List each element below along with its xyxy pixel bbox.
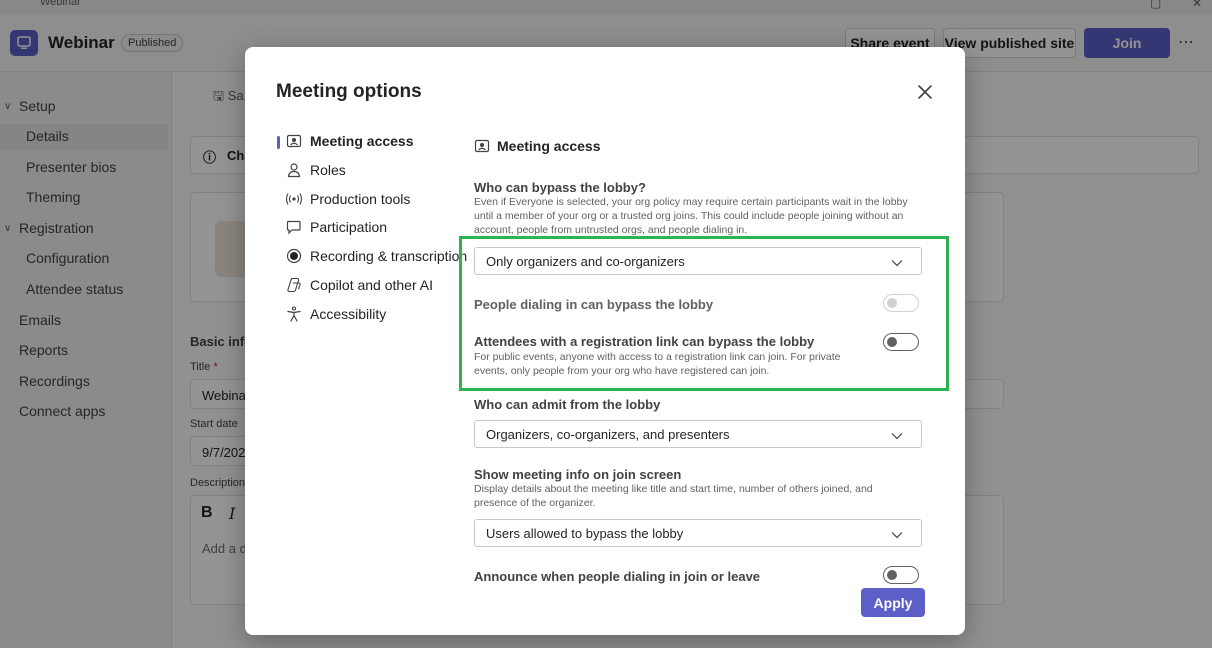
nav-label: Participation xyxy=(310,219,388,235)
nav-accessibility[interactable]: Accessibility xyxy=(285,303,386,325)
nav-roles[interactable]: Roles xyxy=(285,159,346,181)
close-icon[interactable] xyxy=(915,82,935,102)
reglink-bypass-description: For public events, anyone with access to… xyxy=(474,351,841,377)
dropdown-value: Only organizers and co-organizers xyxy=(486,253,685,269)
nav-participation[interactable]: Participation xyxy=(285,216,387,238)
nav-label: Copilot and other AI xyxy=(310,277,433,293)
reglink-bypass-toggle[interactable] xyxy=(883,333,919,351)
dialin-bypass-label: People dialing in can bypass the lobby xyxy=(474,297,714,312)
reglink-bypass-label: Attendees with a registration link can b… xyxy=(474,334,815,349)
accessibility-icon xyxy=(285,305,303,323)
announce-dialin-label: Announce when people dialing in join or … xyxy=(474,569,761,584)
broadcast-icon xyxy=(285,190,303,208)
toggle-knob xyxy=(887,298,897,308)
dialog-content[interactable]: Meeting access Who can bypass the lobby?… xyxy=(474,131,934,585)
meeting-info-description: Display details about the meeting like t… xyxy=(474,483,873,509)
meeting-access-icon xyxy=(474,138,490,154)
announce-dialin-toggle[interactable] xyxy=(883,566,919,584)
nav-copilot[interactable]: Copilot and other AI xyxy=(285,274,433,296)
meeting-info-label: Show meeting info on join screen xyxy=(474,467,682,482)
section-title-label: Meeting access xyxy=(497,138,601,154)
copilot-icon xyxy=(285,276,303,294)
nav-active-indicator xyxy=(277,136,280,149)
bypass-lobby-description: Even if Everyone is selected, your org p… xyxy=(474,196,908,236)
dialin-bypass-toggle[interactable] xyxy=(883,294,919,312)
meeting-info-dropdown[interactable]: Users allowed to bypass the lobby xyxy=(474,519,922,547)
chevron-down-icon xyxy=(891,429,903,440)
chat-icon xyxy=(285,218,303,236)
apply-button[interactable]: Apply xyxy=(861,588,925,617)
section-title: Meeting access xyxy=(474,137,601,155)
meeting-access-icon xyxy=(285,132,303,150)
chevron-down-icon xyxy=(891,528,903,539)
toggle-knob xyxy=(887,337,897,347)
nav-label: Recording & transcription xyxy=(310,248,468,264)
bypass-lobby-label: Who can bypass the lobby? xyxy=(474,180,646,195)
chevron-down-icon xyxy=(891,256,903,267)
nav-production-tools[interactable]: Production tools xyxy=(285,188,410,210)
nav-label: Roles xyxy=(310,162,346,178)
nav-recording-transcription[interactable]: Recording & transcription xyxy=(285,245,467,267)
toggle-knob xyxy=(887,570,897,580)
meeting-options-dialog: Meeting options Meeting access Roles Pro… xyxy=(245,47,965,635)
bypass-lobby-dropdown[interactable]: Only organizers and co-organizers xyxy=(474,247,922,275)
dropdown-value: Users allowed to bypass the lobby xyxy=(486,525,684,541)
admit-lobby-label: Who can admit from the lobby xyxy=(474,397,661,412)
nav-label: Meeting access xyxy=(310,133,414,149)
nav-label: Accessibility xyxy=(310,306,387,322)
record-icon xyxy=(285,247,303,265)
nav-meeting-access[interactable]: Meeting access xyxy=(285,130,414,152)
admit-lobby-dropdown[interactable]: Organizers, co-organizers, and presenter… xyxy=(474,420,922,448)
dropdown-value: Organizers, co-organizers, and presenter… xyxy=(486,426,730,442)
dialog-title: Meeting options xyxy=(276,81,422,102)
nav-label: Production tools xyxy=(310,191,411,207)
person-icon xyxy=(285,161,303,179)
